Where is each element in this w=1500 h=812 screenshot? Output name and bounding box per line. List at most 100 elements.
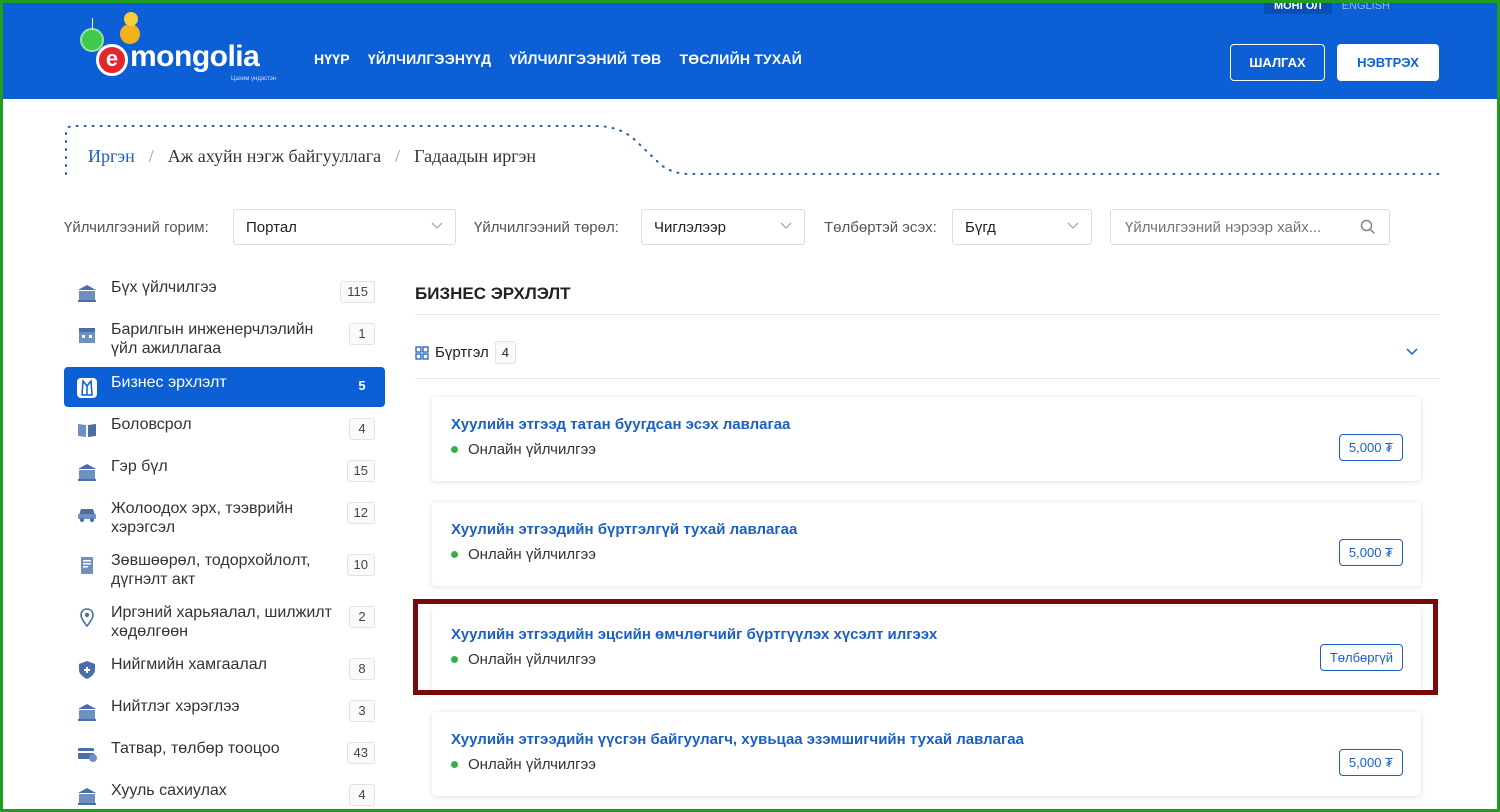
sidebar-item-count: 43 bbox=[346, 742, 375, 764]
status-dot-icon bbox=[451, 656, 458, 663]
building-icon bbox=[78, 704, 96, 721]
service-status: Онлайн үйлчилгээ bbox=[451, 756, 596, 773]
building-icon bbox=[78, 788, 96, 805]
building-icon bbox=[78, 285, 96, 302]
sidebar-item-count: 2 bbox=[349, 606, 375, 628]
sidebar-item-label: Нийгмийн хамгаалал bbox=[111, 656, 267, 673]
sidebar-item-count: 1 bbox=[349, 323, 375, 345]
login-button[interactable]: НЭВТРЭХ bbox=[1337, 44, 1439, 81]
breadcrumb-citizen[interactable]: Иргэн bbox=[88, 146, 135, 167]
sidebar-item-count: 4 bbox=[349, 418, 375, 440]
sidebar-item-social-protection[interactable]: Нийгмийн хамгаалал 8 bbox=[64, 649, 385, 689]
sidebar-item-tax[interactable]: Татвар, төлбөр тооцоо 43 bbox=[64, 733, 385, 773]
car-icon bbox=[78, 509, 96, 522]
suit-icon bbox=[77, 378, 97, 398]
breadcrumb-business[interactable]: Аж ахуйн нэгж байгууллага bbox=[168, 146, 381, 167]
service-status: Онлайн үйлчилгээ bbox=[451, 441, 596, 458]
group-header-registration[interactable]: Бүртгэл 4 bbox=[415, 341, 517, 364]
service-mode-select[interactable]: Портал bbox=[233, 209, 456, 245]
sidebar-item-count: 10 bbox=[346, 554, 375, 576]
logo-subtitle: Цахим үндэстэн bbox=[231, 76, 277, 82]
logo-wordmark: mongolia bbox=[130, 40, 260, 73]
service-status-text: Онлайн үйлчилгээ bbox=[468, 546, 596, 563]
search-icon[interactable] bbox=[1360, 219, 1376, 235]
building-icon bbox=[78, 464, 96, 481]
book-icon bbox=[78, 424, 96, 437]
category-sidebar: Бүх үйлчилгээ 115 Барилгын инженерчлэлий… bbox=[64, 272, 385, 812]
emongolia-logo[interactable]: e mongolia Цахим үндэстэн bbox=[76, 12, 296, 82]
service-title-link[interactable]: Хуулийн этгээдийн эцсийн өмчлөгчийг бүрт… bbox=[451, 626, 937, 643]
sidebar-item-driving[interactable]: Жолоодох эрх, тээврийн хэрэгсэл 12 bbox=[64, 493, 385, 543]
location-pin-icon bbox=[80, 608, 94, 628]
sidebar-item-family[interactable]: Гэр бүл 15 bbox=[64, 451, 385, 491]
price-badge: 5,000 ₮ bbox=[1338, 539, 1403, 566]
service-card[interactable]: Хуулийн этгээдийн үүсгэн байгуулагч, хув… bbox=[432, 712, 1421, 796]
breadcrumb-separator: / bbox=[148, 146, 154, 166]
chevron-down-icon bbox=[1067, 222, 1079, 229]
price-badge: 5,000 ₮ bbox=[1338, 434, 1403, 461]
sidebar-item-education[interactable]: Боловсрол 4 bbox=[64, 409, 385, 449]
lang-mongolian[interactable]: МОНГОЛ bbox=[1263, 0, 1332, 14]
service-status-text: Онлайн үйлчилгээ bbox=[468, 651, 596, 668]
sidebar-item-common-use[interactable]: Нийтлэг хэрэглээ 3 bbox=[64, 691, 385, 731]
price-badge: Төлбөргүй bbox=[1319, 644, 1403, 671]
service-status: Онлайн үйлчилгээ bbox=[451, 651, 596, 668]
service-title-link[interactable]: Хуулийн этгээдийн үүсгэн байгуулагч, хув… bbox=[451, 731, 1024, 748]
check-button[interactable]: ШАЛГАХ bbox=[1230, 44, 1325, 81]
service-title-link[interactable]: Хуулийн этгээд татан буугдсан эсэх лавла… bbox=[451, 416, 790, 433]
breadcrumb-foreigner[interactable]: Гадаадын иргэн bbox=[414, 146, 536, 167]
paid-filter-select[interactable]: Бүгд bbox=[952, 209, 1092, 245]
service-type-select[interactable]: Чиглэлээр bbox=[641, 209, 805, 245]
group-label: Бүртгэл bbox=[435, 344, 489, 361]
service-type-label: Үйлчилгээний төрөл: bbox=[474, 219, 619, 236]
sidebar-item-construction[interactable]: Барилгын инженерчлэлийн үйл ажиллагаа 1 bbox=[64, 314, 385, 364]
service-status-text: Онлайн үйлчилгээ bbox=[468, 756, 596, 773]
sidebar-item-label: Хууль сахиулах bbox=[111, 782, 227, 799]
sidebar-item-count: 115 bbox=[340, 281, 375, 303]
lang-english[interactable]: ENGLISH bbox=[1332, 0, 1400, 14]
sidebar-item-all-services[interactable]: Бүх үйлчилгээ 115 bbox=[64, 272, 385, 312]
breadcrumb-separator: / bbox=[395, 146, 401, 166]
service-search-input[interactable] bbox=[1110, 209, 1390, 245]
breadcrumb: Иргэн / Аж ахуйн нэгж байгууллага / Гада… bbox=[88, 146, 536, 167]
status-dot-icon bbox=[451, 446, 458, 453]
group-count: 4 bbox=[494, 341, 517, 364]
service-card[interactable]: Хуулийн этгээдийн бүртгэлгүй тухай лавла… bbox=[432, 502, 1421, 586]
sidebar-item-label: Боловсрол bbox=[111, 416, 192, 433]
nav-home[interactable]: НҮҮР bbox=[314, 51, 350, 67]
paid-filter-value: Бүгд bbox=[965, 219, 996, 236]
ornament-ball-icon bbox=[124, 12, 138, 26]
nav-service-center[interactable]: ҮЙЛЧИЛГЭЭНИЙ ТӨВ bbox=[509, 51, 661, 67]
chevron-down-icon bbox=[780, 222, 792, 229]
sidebar-item-label: Барилгын инженерчлэлийн үйл ажиллагаа bbox=[111, 321, 314, 357]
service-mode-value: Портал bbox=[246, 219, 297, 236]
service-status-text: Онлайн үйлчилгээ bbox=[468, 441, 596, 458]
service-card[interactable]: Хуулийн этгээд татан буугдсан эсэх лавла… bbox=[432, 397, 1421, 481]
construction-icon bbox=[79, 328, 95, 343]
sidebar-item-business[interactable]: Бизнес эрхлэлт 5 bbox=[64, 367, 385, 407]
sidebar-item-count: 5 bbox=[349, 376, 375, 398]
service-card[interactable]: Хуулийн этгээдийн эцсийн өмчлөгчийг бүрт… bbox=[432, 607, 1421, 691]
sidebar-item-count: 3 bbox=[349, 700, 375, 722]
sidebar-item-count: 4 bbox=[349, 784, 375, 806]
shield-icon bbox=[79, 661, 95, 679]
card-icon bbox=[78, 748, 97, 762]
sidebar-item-citizenship[interactable]: Иргэний харьяалал, шилжилт хөдөлгөөн 2 bbox=[64, 597, 385, 647]
status-dot-icon bbox=[451, 551, 458, 558]
nav-services[interactable]: ҮЙЛЧИЛГЭЭНҮҮД bbox=[368, 51, 492, 67]
sidebar-item-label: Зөвшөөрөл, тодорхойлолт, дүгнэлт акт bbox=[111, 552, 311, 588]
chevron-down-icon[interactable] bbox=[1405, 346, 1419, 358]
sidebar-item-count: 12 bbox=[346, 502, 375, 524]
logo-e-mark: e bbox=[96, 44, 128, 76]
sidebar-item-label: Нийтлэг хэрэглээ bbox=[111, 698, 240, 715]
status-dot-icon bbox=[451, 761, 458, 768]
service-title-link[interactable]: Хуулийн этгээдийн бүртгэлгүй тухай лавла… bbox=[451, 521, 797, 538]
service-type-value: Чиглэлээр bbox=[654, 219, 726, 236]
sidebar-item-law-enforcement[interactable]: Хууль сахиулах 4 bbox=[64, 775, 385, 812]
chevron-down-icon bbox=[431, 222, 443, 229]
sidebar-item-label: Иргэний харьяалал, шилжилт хөдөлгөөн bbox=[111, 604, 332, 640]
sidebar-item-permits[interactable]: Зөвшөөрөл, тодорхойлолт, дүгнэлт акт 10 bbox=[64, 545, 385, 595]
sidebar-item-label: Жолоодох эрх, тээврийн хэрэгсэл bbox=[111, 500, 294, 536]
section-title: БИЗНЕС ЭРХЛЭЛТ bbox=[415, 284, 571, 303]
nav-about[interactable]: ТӨСЛИЙН ТУХАЙ bbox=[679, 51, 802, 67]
